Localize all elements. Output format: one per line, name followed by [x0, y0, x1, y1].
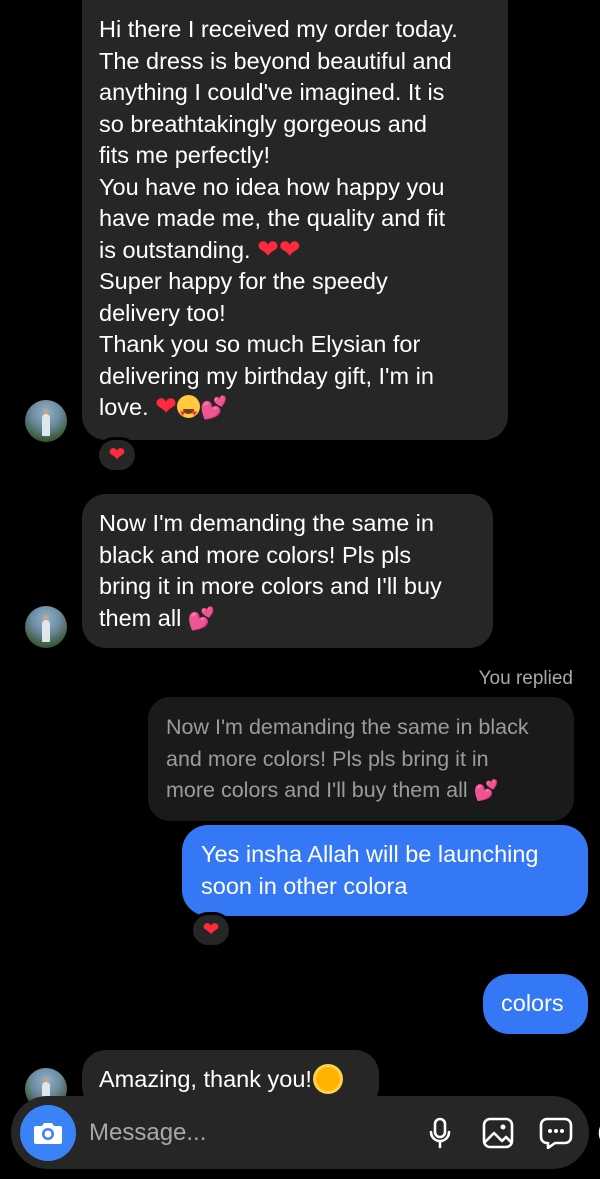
quoted-line: and more colors! Pls pls bring it in — [166, 746, 489, 771]
message-composer — [11, 1096, 600, 1169]
message-line: anything I could've imagined. It is — [99, 79, 445, 105]
gallery-icon — [482, 1117, 514, 1148]
incoming-message[interactable]: Hi there I received my order today. The … — [82, 0, 508, 440]
sticker-button[interactable] — [539, 1116, 573, 1150]
message-line: delivery too! — [99, 299, 226, 326]
red-heart-emoji: ❤❤ — [257, 233, 301, 264]
message-line: The dress is beyond beautiful and — [99, 47, 452, 74]
message-line-with-emoji: is outstanding. ❤❤ — [99, 233, 301, 264]
message-line-with-emoji: love. ❤💕 — [99, 391, 488, 430]
microphone-icon — [429, 1117, 451, 1148]
message-line: Hi there I received my order today. — [99, 16, 458, 42]
two-hearts-emoji: 💕 — [473, 780, 499, 802]
message-input[interactable] — [89, 1118, 399, 1147]
quoted-line-with-emoji: more colors and I'll buy them all 💕 — [166, 778, 499, 802]
message-line: You have no idea how happy you — [99, 173, 445, 200]
outgoing-message[interactable]: colors — [483, 974, 588, 1034]
outgoing-message[interactable]: Yes insha Allah will be launching soon i… — [182, 825, 588, 916]
message-reaction[interactable]: ❤ — [190, 912, 232, 948]
sun-emoji — [315, 1067, 340, 1091]
quoted-line: Now I'm demanding the same in black — [166, 715, 529, 739]
message-line: black and more colors! Pls pls — [99, 541, 412, 568]
message-line: bring it in more colors and I'll buy — [99, 573, 442, 599]
red-heart-emoji: ❤ — [155, 391, 177, 421]
message-line: fits me perfectly! — [99, 142, 271, 168]
message-line: Now I'm demanding the same in — [99, 510, 434, 536]
message-line: Super happy for the speedy — [99, 268, 388, 294]
message-line-with-emoji: Amazing, thank you! — [99, 1064, 359, 1096]
two-hearts-emoji: 💕 — [187, 605, 216, 631]
heart-eyes-emoji — [176, 395, 200, 430]
two-hearts-emoji: 💕 — [199, 395, 228, 420]
heart-reaction-icon: ❤ — [108, 444, 126, 466]
message-line: delivering my birthday gift, I'm in — [99, 362, 434, 389]
gallery-button[interactable] — [481, 1116, 515, 1150]
message-line: soon in other colora — [201, 872, 408, 899]
message-reaction[interactable]: ❤ — [96, 437, 138, 473]
message-line-with-emoji: them all 💕 — [99, 604, 216, 631]
camera-button[interactable] — [20, 1104, 76, 1161]
message-line: Yes insha Allah will be launching — [201, 841, 539, 867]
contact-avatar[interactable] — [25, 606, 67, 648]
camera-icon — [34, 1122, 62, 1144]
message-line: Thank you so much Elysian for — [99, 331, 421, 357]
message-text: colors — [501, 990, 564, 1016]
message-line: have made me, the quality and fit — [99, 205, 446, 231]
replied-label: You replied — [478, 668, 573, 689]
incoming-message[interactable]: Now I'm demanding the same in black and … — [82, 494, 493, 648]
heart-reaction-icon: ❤ — [202, 919, 220, 941]
contact-avatar[interactable] — [25, 400, 67, 442]
sticker-icon — [539, 1117, 573, 1149]
quoted-message[interactable]: Now I'm demanding the same in black and … — [148, 697, 574, 821]
message-line: so breathtakingly gorgeous and — [99, 110, 427, 137]
microphone-button[interactable] — [423, 1116, 457, 1150]
